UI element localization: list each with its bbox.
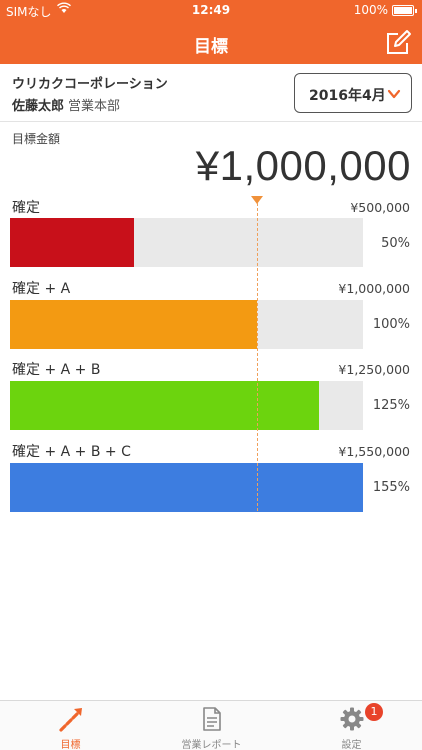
row-amount: ¥1,550,000 bbox=[338, 444, 410, 459]
tab-bar: 目標 営業レポート 1 設定 bbox=[0, 700, 422, 750]
progress-track bbox=[10, 381, 363, 430]
progress-track bbox=[10, 300, 363, 349]
tab-report[interactable]: 営業レポート bbox=[141, 701, 282, 750]
progress-track bbox=[10, 463, 363, 512]
user-info: 佐藤太郎 営業本部 bbox=[12, 95, 120, 114]
progress-fill bbox=[10, 218, 134, 267]
row-label: 確定 + A + B bbox=[12, 362, 101, 378]
row-percent: 125% bbox=[372, 398, 410, 413]
month-select[interactable]: 2016年4月 bbox=[294, 73, 412, 113]
tab-goal-label: 目標 bbox=[60, 740, 81, 750]
edit-icon bbox=[387, 30, 411, 54]
chevron-down-icon bbox=[387, 86, 401, 100]
report-icon bbox=[199, 706, 225, 732]
company-name: ウリカクコーポレーション bbox=[12, 77, 168, 92]
status-bar: SIMなし 12:49 100% bbox=[0, 0, 422, 22]
row-percent: 50% bbox=[381, 236, 410, 251]
tab-settings[interactable]: 1 設定 bbox=[281, 701, 422, 750]
row-amount: ¥1,000,000 bbox=[338, 281, 410, 296]
row-percent: 155% bbox=[372, 480, 410, 495]
progress-fill bbox=[10, 300, 257, 349]
month-select-value: 2016年4月 bbox=[309, 88, 386, 104]
row-label: 確定 bbox=[12, 200, 40, 216]
row-amount: ¥1,250,000 bbox=[338, 362, 410, 377]
row-label: 確定 + A bbox=[12, 281, 71, 297]
department: 営業本部 bbox=[68, 99, 121, 114]
nav-header: SIMなし 12:49 100% 目標 bbox=[0, 0, 422, 64]
tab-settings-label: 設定 bbox=[341, 740, 362, 750]
row-amount: ¥500,000 bbox=[350, 200, 410, 215]
battery-percent: 100% bbox=[353, 3, 388, 17]
progress-track bbox=[10, 218, 363, 267]
gear-icon bbox=[339, 706, 365, 732]
progress-fill bbox=[10, 463, 363, 512]
progress-fill bbox=[10, 381, 319, 430]
target-marker-line bbox=[257, 203, 258, 511]
row-label: 確定 + A + B + C bbox=[12, 444, 131, 460]
tab-goal[interactable]: 目標 bbox=[0, 701, 141, 750]
battery-icon bbox=[392, 5, 417, 16]
target-amount: ¥1,000,000 bbox=[195, 142, 411, 189]
page-title: 目標 bbox=[194, 37, 228, 57]
tab-report-label: 営業レポート bbox=[181, 740, 242, 750]
user-name: 佐藤太郎 bbox=[12, 99, 65, 114]
divider bbox=[0, 121, 422, 122]
edit-button[interactable] bbox=[384, 29, 412, 57]
row-percent: 100% bbox=[372, 317, 410, 332]
notification-badge: 1 bbox=[365, 703, 383, 721]
goal-icon bbox=[58, 706, 84, 732]
target-label: 目標金額 bbox=[12, 132, 61, 146]
